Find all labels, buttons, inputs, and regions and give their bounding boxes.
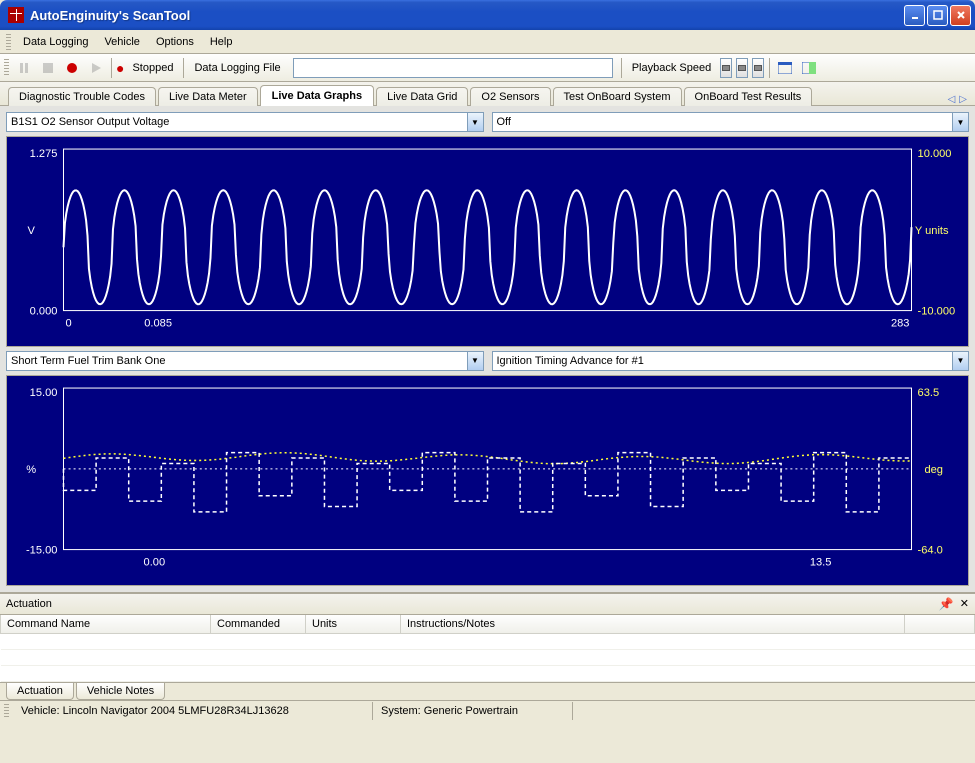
chart1-xmin: 0 (66, 318, 72, 330)
menu-bar: Data Logging Vehicle Options Help (0, 30, 975, 54)
dropdown-icon[interactable]: ▼ (467, 112, 484, 132)
layout-button-2[interactable] (798, 57, 820, 79)
chart2-xmin: 0.00 (144, 557, 166, 569)
menu-vehicle[interactable]: Vehicle (96, 33, 147, 51)
chart2: 15.00 % -15.00 63.5 deg -64.0 0.00 13.5 (6, 375, 969, 586)
actuation-grid[interactable]: Command Name Commanded Units Instruction… (0, 615, 975, 682)
layout-button-1[interactable] (774, 57, 796, 79)
chart2-right-value[interactable] (492, 351, 953, 371)
dropdown-icon[interactable]: ▼ (952, 112, 969, 132)
actuation-title: Actuation (6, 598, 52, 610)
grip-icon (6, 34, 11, 50)
file-label: Data Logging File (188, 62, 286, 74)
tab-scroll-right-icon[interactable]: ▷ (959, 94, 967, 105)
chart1-xmax: 283 (891, 318, 910, 330)
menu-data-logging[interactable]: Data Logging (15, 33, 96, 51)
chart1-svg: 1.275 V 0.000 10.000 Y units -10.000 0 0… (13, 143, 962, 340)
app-icon (8, 7, 24, 23)
table-row[interactable] (1, 633, 975, 649)
chart1-y2min: -10.000 (918, 306, 956, 318)
chart2-ylabel: % (26, 464, 36, 476)
chart2-ymin: -15.00 (26, 544, 57, 556)
record-indicator-icon: ● (116, 60, 124, 76)
col-blank[interactable] (905, 615, 975, 634)
tab-strip: Diagnostic Trouble Codes Live Data Meter… (0, 82, 975, 106)
maximize-button[interactable] (927, 5, 948, 26)
col-commanded[interactable]: Commanded (211, 615, 306, 634)
chart1-ymin: 0.000 (30, 306, 58, 318)
tab-onboard-results[interactable]: OnBoard Test Results (684, 87, 813, 106)
tab-live-data-meter[interactable]: Live Data Meter (158, 87, 258, 106)
status-bar: Vehicle: Lincoln Navigator 2004 5LMFU28R… (0, 700, 975, 722)
table-row[interactable] (1, 665, 975, 681)
col-units[interactable]: Units (306, 615, 401, 634)
tab-live-data-graphs[interactable]: Live Data Graphs (260, 85, 374, 106)
menu-help[interactable]: Help (202, 33, 241, 51)
chart1-right-select[interactable]: ▼ (492, 112, 970, 132)
chart2-y2max: 63.5 (918, 387, 940, 399)
toolbar: ● Stopped Data Logging File Playback Spe… (0, 54, 975, 82)
chart1: 1.275 V 0.000 10.000 Y units -10.000 0 0… (6, 136, 969, 347)
dropdown-icon[interactable]: ▼ (952, 351, 969, 371)
tab-live-data-grid[interactable]: Live Data Grid (376, 87, 468, 106)
tab-o2-sensors[interactable]: O2 Sensors (470, 87, 550, 106)
chart1-ymax: 1.275 (30, 148, 58, 160)
chart1-y2label: Y units (915, 225, 949, 237)
chart1-right-value[interactable] (492, 112, 953, 132)
chart2-svg: 15.00 % -15.00 63.5 deg -64.0 0.00 13.5 (13, 382, 962, 579)
table-row[interactable] (1, 649, 975, 665)
record-button[interactable] (61, 57, 83, 79)
chart2-right-select[interactable]: ▼ (492, 351, 970, 371)
tab-test-onboard[interactable]: Test OnBoard System (553, 87, 682, 106)
title-bar: AutoEnginuity's ScanTool (0, 0, 975, 30)
tab-actuation[interactable]: Actuation (6, 683, 74, 700)
chart2-y2min: -64.0 (918, 544, 943, 556)
playback-speed-slider[interactable] (720, 58, 732, 78)
stop-button[interactable] (37, 57, 59, 79)
panel-close-icon[interactable]: ✕ (960, 597, 969, 610)
chart1-ylabel: V (27, 225, 35, 237)
play-button[interactable] (85, 57, 107, 79)
graph-panel: ▼ ▼ 1.275 V 0.000 10.000 Y units -10.000… (0, 106, 975, 592)
col-command-name[interactable]: Command Name (1, 615, 211, 634)
chart2-y2label: deg (924, 464, 943, 476)
chart2-left-select[interactable]: ▼ (6, 351, 484, 371)
grip-icon (4, 59, 9, 77)
pin-icon[interactable]: 📌 (939, 597, 954, 611)
status-system: System: Generic Powertrain (373, 702, 573, 720)
recording-state-label: Stopped (126, 62, 179, 74)
tab-scroll-left-icon[interactable]: ◁ (948, 94, 956, 105)
menu-options[interactable]: Options (148, 33, 202, 51)
playback-speed-slider[interactable] (752, 58, 764, 78)
minimize-button[interactable] (904, 5, 925, 26)
grip-icon (4, 704, 9, 718)
status-vehicle: Vehicle: Lincoln Navigator 2004 5LMFU28R… (13, 702, 373, 720)
chart2-xmax: 13.5 (810, 557, 832, 569)
chart1-xtick: 0.085 (144, 318, 172, 330)
window-title: AutoEnginuity's ScanTool (30, 8, 190, 23)
tab-dtc[interactable]: Diagnostic Trouble Codes (8, 87, 156, 106)
chart2-ymax: 15.00 (30, 387, 58, 399)
dropdown-icon[interactable]: ▼ (467, 351, 484, 371)
chart1-y2max: 10.000 (918, 148, 952, 160)
chart1-left-value[interactable] (6, 112, 467, 132)
status-spacer (573, 702, 975, 720)
data-logging-file-input[interactable] (293, 58, 613, 78)
pause-button[interactable] (13, 57, 35, 79)
chart2-left-value[interactable] (6, 351, 467, 371)
close-button[interactable] (950, 5, 971, 26)
playback-speed-label: Playback Speed (626, 62, 718, 74)
col-notes[interactable]: Instructions/Notes (401, 615, 905, 634)
chart1-left-select[interactable]: ▼ (6, 112, 484, 132)
actuation-panel: Actuation 📌 ✕ Command Name Commanded Uni… (0, 592, 975, 700)
tab-vehicle-notes[interactable]: Vehicle Notes (76, 683, 165, 700)
playback-speed-slider[interactable] (736, 58, 748, 78)
